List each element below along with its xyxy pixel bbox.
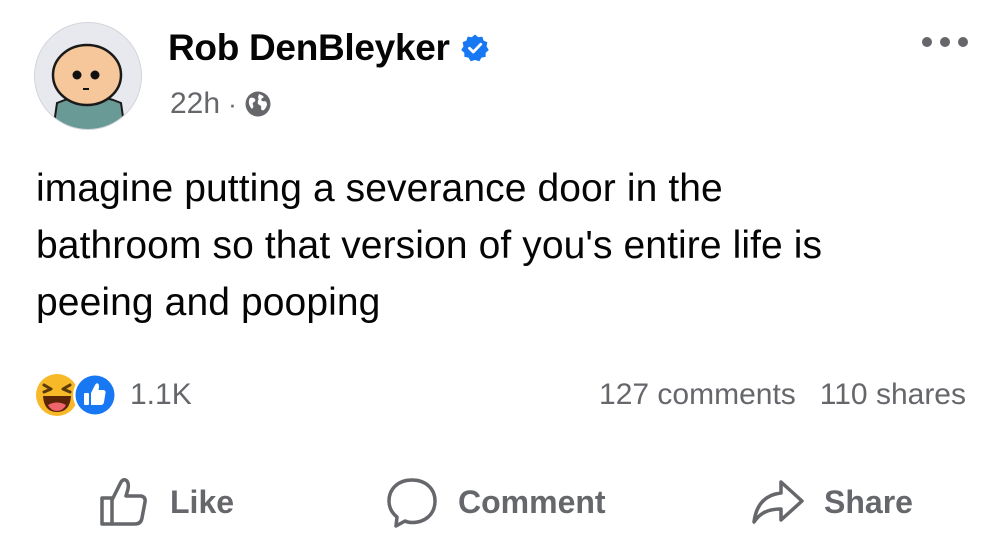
post-action-bar: Like Comment Share — [0, 470, 1000, 534]
post-timestamp[interactable]: 22h — [170, 87, 220, 121]
author-row: Rob DenBleyker — [168, 27, 490, 69]
post-text-line: bathroom so that version of you's entire… — [36, 224, 823, 267]
reaction-icons — [34, 371, 126, 419]
author-avatar[interactable] — [34, 22, 142, 130]
share-label: Share — [824, 483, 913, 520]
reactions-summary[interactable]: 1.1K — [34, 371, 192, 419]
facebook-post: Rob DenBleyker 22h · imagine putting a s… — [0, 0, 1000, 554]
reaction-count: 1.1K — [130, 378, 192, 411]
share-arrow-icon — [752, 480, 804, 524]
shares-count-link[interactable]: 110 shares — [820, 378, 966, 412]
post-body: imagine putting a severance door in the … — [36, 160, 966, 331]
engagement-stats: 127 comments 110 shares — [599, 375, 966, 415]
post-meta: 22h · — [170, 86, 272, 122]
comment-button[interactable]: Comment — [384, 470, 606, 534]
share-button[interactable]: Share — [750, 470, 913, 534]
comment-bubble-icon — [387, 478, 437, 528]
author-name[interactable]: Rob DenBleyker — [168, 27, 450, 69]
meta-separator: · — [228, 88, 237, 119]
globe-icon[interactable] — [244, 90, 272, 118]
thumbs-up-icon — [100, 477, 147, 526]
like-reaction-icon — [73, 373, 117, 417]
verified-badge-icon — [460, 33, 490, 63]
avatar-illustration — [35, 23, 141, 129]
like-label: Like — [170, 483, 235, 520]
comment-label: Comment — [458, 483, 606, 520]
comments-count-link[interactable]: 127 comments — [599, 378, 796, 412]
post-text-line: peeing and pooping — [36, 281, 381, 324]
like-button[interactable]: Like — [96, 470, 234, 534]
more-options-button[interactable] — [920, 30, 970, 54]
ellipsis-icon — [922, 37, 968, 47]
post-text-line: imagine putting a severance door in the — [36, 167, 723, 210]
